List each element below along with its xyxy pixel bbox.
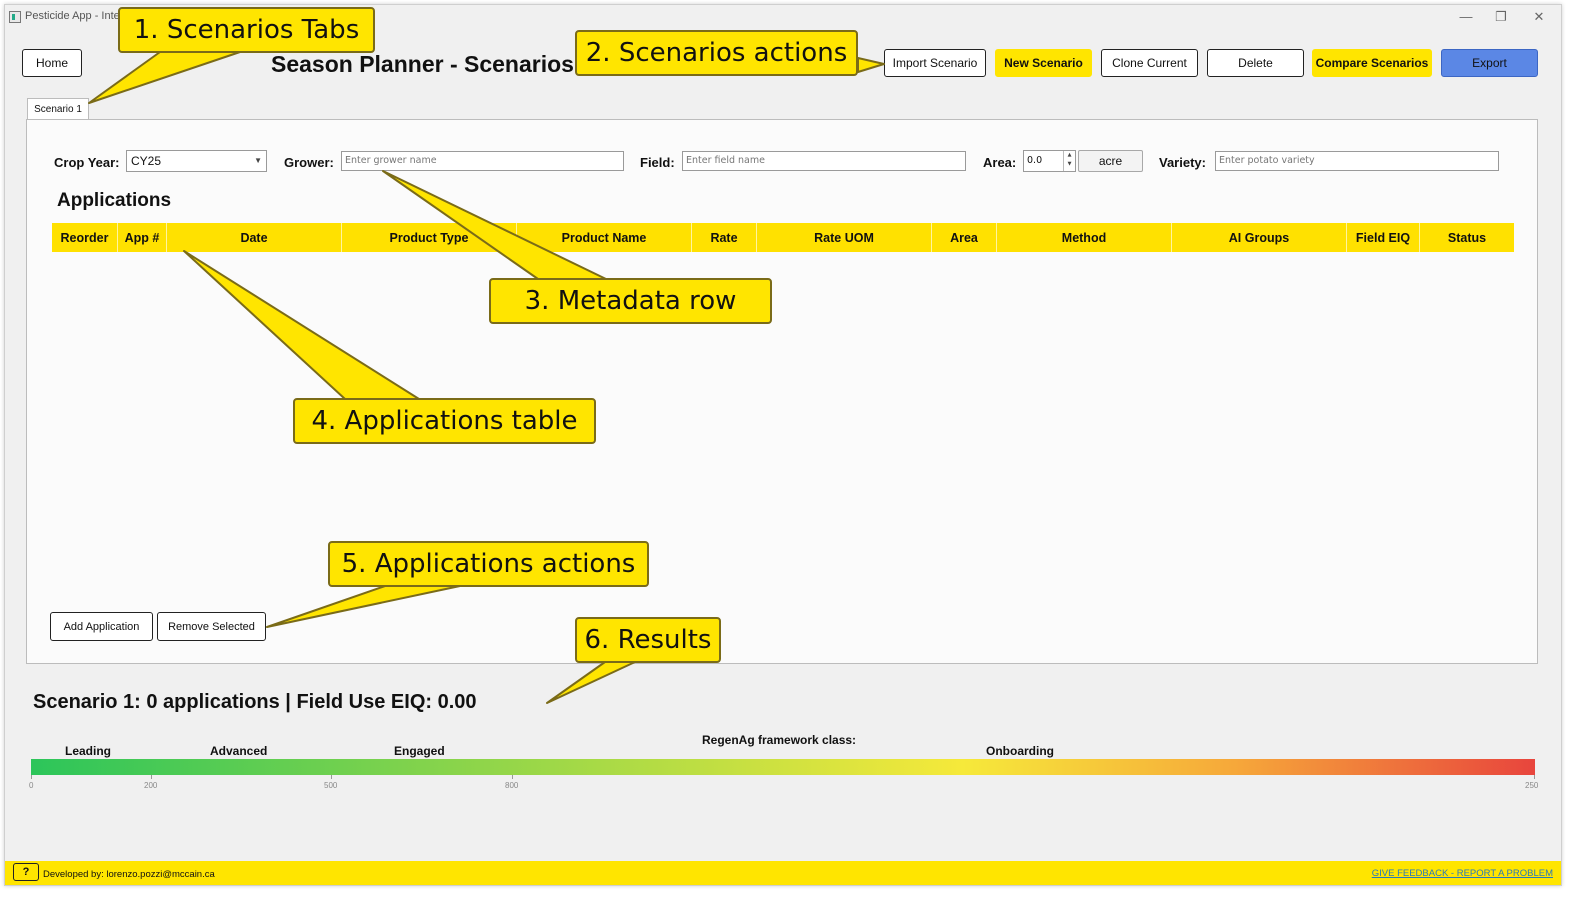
remove-selected-button[interactable]: Remove Selected [157, 612, 266, 641]
tick-mark [31, 775, 32, 779]
column-field-eiq[interactable]: Field EIQ [1347, 223, 1420, 252]
field-label: Field: [640, 155, 675, 170]
applications-table-header: Reorder App # Date Product Type Product … [52, 223, 1514, 252]
home-button[interactable]: Home [22, 49, 82, 77]
column-date[interactable]: Date [167, 223, 342, 252]
results-summary: Scenario 1: 0 applications | Field Use E… [33, 691, 477, 713]
class-advanced-label: Advanced [210, 744, 268, 758]
tick-label: 250 [1525, 781, 1539, 790]
class-leading-label: Leading [65, 744, 112, 758]
crop-year-select[interactable]: CY25 ▼ [126, 150, 267, 172]
minimize-icon[interactable]: — [1451, 7, 1481, 27]
window-title: Pesticide App - Intern [25, 10, 130, 22]
area-label: Area: [983, 155, 1017, 170]
tick-label: 200 [144, 781, 158, 790]
tick-mark [512, 775, 513, 779]
column-product-type[interactable]: Product Type [342, 223, 517, 252]
import-scenario-button[interactable]: Import Scenario [884, 49, 986, 77]
new-scenario-button[interactable]: New Scenario [995, 49, 1092, 77]
tick-mark [1534, 775, 1535, 779]
restore-icon[interactable]: ❐ [1486, 7, 1516, 27]
column-ai-groups[interactable]: AI Groups [1172, 223, 1347, 252]
framework-class-label: RegenAg framework class: [702, 733, 857, 747]
title-bar: Pesticide App - Intern — ❐ ✕ [5, 5, 1561, 29]
export-button[interactable]: Export [1441, 49, 1538, 77]
tick-label: 0 [29, 781, 34, 790]
area-unit-button[interactable]: acre [1078, 150, 1143, 172]
tick-mark [151, 775, 152, 779]
column-reorder[interactable]: Reorder [52, 223, 118, 252]
field-input[interactable]: Enter field name [682, 151, 966, 171]
feedback-link[interactable]: GIVE FEEDBACK - REPORT A PROBLEM [1372, 868, 1553, 879]
column-product-name[interactable]: Product Name [517, 223, 692, 252]
area-value: 0.0 [1027, 155, 1043, 166]
tick-mark [331, 775, 332, 779]
compare-scenarios-button[interactable]: Compare Scenarios [1312, 49, 1432, 77]
delete-button[interactable]: Delete [1207, 49, 1304, 77]
crop-year-label: Crop Year: [54, 155, 120, 170]
page-title: Season Planner - Scenarios [271, 51, 574, 77]
area-spinbox[interactable]: 0.0 ▲ ▼ [1023, 150, 1076, 172]
footer-bar: ? Developed by: lorenzo.pozzi@mccain.ca … [5, 861, 1561, 885]
grower-input[interactable]: Enter grower name [341, 151, 624, 171]
spin-arrows-icon[interactable]: ▲ ▼ [1063, 151, 1075, 171]
clone-current-button[interactable]: Clone Current [1101, 49, 1198, 77]
class-engaged-label: Engaged [394, 744, 445, 758]
app-icon [9, 11, 21, 23]
column-method[interactable]: Method [997, 223, 1172, 252]
class-onboarding-label: Onboarding [986, 744, 1054, 758]
column-rate[interactable]: Rate [692, 223, 757, 252]
applications-title: Applications [57, 190, 172, 211]
column-area[interactable]: Area [932, 223, 997, 252]
add-application-button[interactable]: Add Application [50, 612, 153, 641]
column-status[interactable]: Status [1420, 223, 1514, 252]
crop-year-value: CY25 [131, 154, 162, 168]
chevron-down-icon: ▼ [254, 156, 262, 165]
variety-input[interactable]: Enter potato variety [1215, 151, 1499, 171]
developer-credit: Developed by: lorenzo.pozzi@mccain.ca [43, 869, 215, 880]
scenario-panel: Crop Year: CY25 ▼ Grower: Enter grower n… [26, 119, 1538, 664]
column-app-number[interactable]: App # [118, 223, 167, 252]
close-icon[interactable]: ✕ [1524, 7, 1554, 27]
help-button[interactable]: ? [13, 863, 39, 881]
column-rate-uom[interactable]: Rate UOM [757, 223, 932, 252]
variety-label: Variety: [1159, 155, 1206, 170]
tick-label: 500 [324, 781, 338, 790]
tab-scenario-1[interactable]: Scenario 1 [27, 98, 89, 120]
eiq-gradient-bar [31, 759, 1535, 775]
tick-label: 800 [505, 781, 519, 790]
app-window: Pesticide App - Intern — ❐ ✕ Home Season… [4, 4, 1562, 886]
grower-label: Grower: [284, 155, 334, 170]
